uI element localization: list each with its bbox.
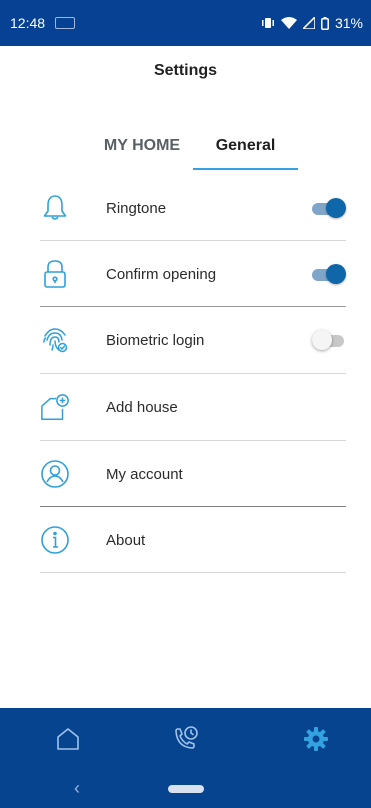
setting-label: About	[106, 531, 146, 549]
divider	[40, 572, 346, 573]
back-chevron-icon[interactable]: ‹	[74, 778, 80, 799]
setting-about[interactable]: About	[40, 507, 346, 573]
status-time: 12:48	[10, 15, 46, 31]
add-house-icon	[40, 392, 70, 422]
home-icon[interactable]	[53, 724, 83, 754]
account-icon	[40, 459, 70, 489]
setting-label: My account	[106, 465, 183, 483]
tab-general[interactable]: General	[193, 134, 298, 170]
info-icon	[40, 525, 70, 555]
setting-label: Add house	[106, 398, 178, 416]
setting-my-account[interactable]: My account	[40, 441, 346, 507]
page-title: Settings	[153, 62, 218, 79]
bell-icon	[40, 193, 70, 223]
lock-icon	[40, 259, 70, 289]
setting-add-house[interactable]: Add house	[40, 374, 346, 440]
fingerprint-icon	[40, 325, 70, 355]
setting-label: Ringtone	[106, 199, 167, 217]
setting-biometric-login[interactable]: Biometric login	[40, 307, 346, 373]
toggle-knob	[312, 330, 332, 350]
bottom-nav	[0, 708, 371, 770]
vibrate-icon	[261, 18, 274, 28]
gear-icon[interactable]	[301, 724, 331, 754]
ringtone-toggle[interactable]	[312, 197, 346, 219]
setting-label: Biometric login	[106, 331, 205, 349]
signal-icon	[302, 17, 315, 29]
battery-icon	[321, 16, 329, 30]
biometric-login-toggle[interactable]	[312, 329, 346, 351]
status-left: 12:48	[10, 15, 76, 31]
confirm-opening-toggle[interactable]	[312, 263, 346, 285]
tab-my-home[interactable]: MY HOME	[92, 134, 192, 170]
home-gesture-pill[interactable]	[168, 785, 204, 793]
status-bar: 12:48 31%	[0, 0, 371, 46]
phone-clock-icon[interactable]	[171, 724, 201, 754]
setting-ringtone[interactable]: Ringtone	[40, 175, 346, 241]
notification-icon	[55, 17, 76, 29]
system-nav-bar: ‹	[0, 770, 371, 808]
tab-bar: MY HOME General	[0, 134, 371, 170]
setting-label: Confirm opening	[106, 265, 217, 283]
toggle-knob	[326, 198, 346, 218]
status-right: 31%	[261, 15, 363, 31]
battery-percent: 31%	[334, 15, 363, 31]
toggle-knob	[326, 264, 346, 284]
setting-confirm-opening[interactable]: Confirm opening	[40, 241, 346, 307]
wifi-icon	[280, 17, 297, 29]
